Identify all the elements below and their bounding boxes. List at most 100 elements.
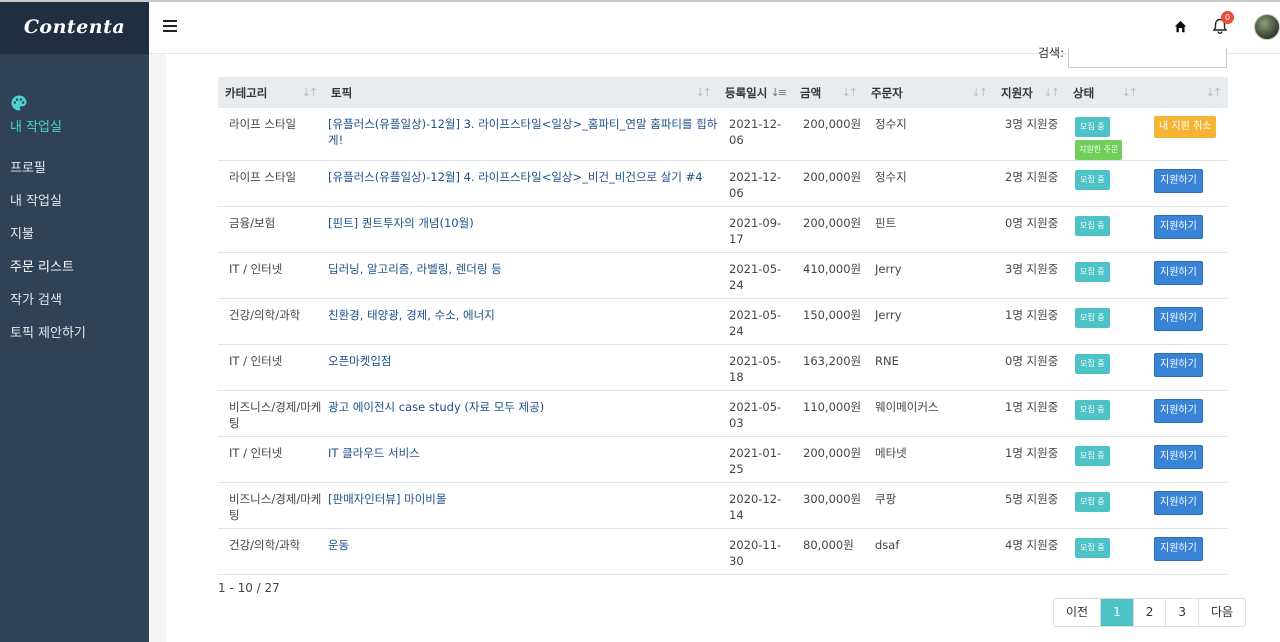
cell-amount: 150,000원: [803, 308, 862, 322]
sidebar-item-topic-suggest[interactable]: 토픽 제안하기: [0, 324, 149, 357]
table-row: IT / 인터넷 딥러닝, 알고리즘, 라벨링, 렌더링 등 2021-05-24 4…: [218, 253, 1228, 299]
topic-link[interactable]: 친환경, 태양광, 경제, 수소, 에너지: [324, 299, 718, 345]
sidebar-section: 내 작업실: [0, 54, 149, 135]
sort-icon: ↓↑: [1043, 86, 1061, 99]
cell-date: 2021-12-06: [729, 117, 782, 147]
cell-amount: 300,000원: [803, 492, 862, 506]
result-range: 1 - 10 / 27: [218, 581, 280, 595]
cell-status: 모집 중: [1066, 437, 1144, 483]
sort-icon: ↓↑: [1205, 86, 1223, 99]
col-status[interactable]: 상태 ↓↑: [1066, 77, 1144, 108]
pager-page-1[interactable]: 1: [1101, 599, 1134, 626]
status-badge: 모집 중: [1075, 117, 1110, 137]
sort-icon: ↓↑: [695, 86, 713, 99]
col-applicants[interactable]: 지원자 ↓↑: [994, 77, 1066, 108]
sort-icon: ↓↑: [971, 86, 989, 99]
cell-orderer: 쿠팡: [875, 492, 897, 506]
apply-button[interactable]: 지원하기: [1154, 445, 1203, 469]
search-input[interactable]: [1068, 48, 1227, 68]
cell-action: 지원하기: [1144, 483, 1228, 529]
cell-action: 내 지원 취소: [1144, 108, 1228, 161]
topic-link[interactable]: 운동: [324, 529, 718, 575]
cell-action: 지원하기: [1144, 161, 1228, 207]
cell-category: 금융/보험: [229, 216, 276, 230]
brand-text: Contenta: [23, 16, 126, 38]
status-badge: 모집 중: [1075, 216, 1110, 236]
topic-link[interactable]: IT 클라우드 서비스: [324, 437, 718, 483]
cancel-application-button[interactable]: 내 지원 취소: [1154, 116, 1217, 138]
topic-link[interactable]: 광고 에이전시 case study (자료 모두 제공): [324, 391, 718, 437]
cell-applicants: 5명 지원중: [1005, 492, 1059, 506]
cell-status: 모집 중: [1066, 299, 1144, 345]
pager-next[interactable]: 다음: [1199, 599, 1245, 626]
status-badge: 모집 중: [1075, 308, 1110, 328]
topic-link[interactable]: [판매자인터뷰] 마이비몰: [324, 483, 718, 529]
col-date[interactable]: 등록일시 ↓≡: [718, 77, 793, 108]
cell-applicants: 0명 지원중: [1005, 354, 1059, 368]
status-badge: 모집 중: [1075, 354, 1110, 374]
apply-button[interactable]: 지원하기: [1154, 537, 1203, 561]
apply-button[interactable]: 지원하기: [1154, 169, 1203, 193]
cell-orderer: 정수지: [875, 170, 907, 184]
cell-orderer: RNE: [875, 354, 899, 368]
col-action[interactable]: ↓↑: [1144, 77, 1228, 108]
cell-status: 모집 중: [1066, 483, 1144, 529]
cell-orderer: dsaf: [875, 538, 900, 552]
col-orderer[interactable]: 주문자 ↓↑: [864, 77, 994, 108]
status-badge: 모집 중: [1075, 400, 1110, 420]
apply-button[interactable]: 지원하기: [1154, 491, 1203, 515]
notification-badge: 0: [1221, 11, 1234, 24]
cell-status: 모집 중: [1066, 529, 1144, 575]
table-row: 비즈니스/경제/마케팅 [판매자인터뷰] 마이비몰 2020-12-14 300,00…: [218, 483, 1228, 529]
cell-applicants: 2명 지원중: [1005, 170, 1059, 184]
cell-action: 지원하기: [1144, 529, 1228, 575]
apply-button[interactable]: 지원하기: [1154, 307, 1203, 331]
sidebar-item-payment[interactable]: 지불: [0, 225, 149, 258]
topic-link[interactable]: [유플러스(유플일상)-12월] 4. 라이프스타일<일상>_비건_비건으로 살…: [324, 161, 718, 207]
cell-amount: 410,000원: [803, 262, 862, 276]
cell-date: 2021-05-18: [729, 354, 782, 384]
col-amount[interactable]: 금액 ↓↑: [793, 77, 864, 108]
sidebar-section-title[interactable]: 내 작업실: [10, 116, 149, 135]
topic-link[interactable]: [유플러스(유플일상)-12월] 3. 라이프스타일<일상>_홈파티_연말 홈파…: [324, 108, 718, 161]
apply-button[interactable]: 지원하기: [1154, 353, 1203, 377]
cell-action: 지원하기: [1144, 207, 1228, 253]
topic-link[interactable]: 오픈마켓입점: [324, 345, 718, 391]
sort-icon: ↓↑: [841, 86, 859, 99]
col-category[interactable]: 카테고리 ↓↑: [218, 77, 324, 108]
cell-orderer: Jerry: [875, 262, 902, 276]
topic-link[interactable]: [핀트] 퀀트투자의 개념(10월): [324, 207, 718, 253]
topic-link[interactable]: 딥러닝, 알고리즘, 라벨링, 렌더링 등: [324, 253, 718, 299]
pager-page-2[interactable]: 2: [1134, 599, 1167, 626]
cell-category: IT / 인터넷: [229, 446, 283, 460]
pager-prev[interactable]: 이전: [1054, 599, 1102, 626]
cell-date: 2021-09-17: [729, 216, 782, 246]
sidebar-item-workspace[interactable]: 내 작업실: [0, 192, 149, 225]
pager-page-3[interactable]: 3: [1166, 599, 1200, 626]
user-avatar[interactable]: [1254, 14, 1280, 40]
hamburger-menu-icon[interactable]: [163, 20, 177, 32]
cell-amount: 200,000원: [803, 117, 862, 131]
table-row: IT / 인터넷 IT 클라우드 서비스 2021-01-25 200,000원 메타넷…: [218, 437, 1228, 483]
home-icon[interactable]: [1174, 20, 1187, 33]
cell-category: 비즈니스/경제/마케팅: [229, 492, 322, 522]
apply-button[interactable]: 지원하기: [1154, 215, 1203, 239]
apply-button[interactable]: 지원하기: [1154, 261, 1203, 285]
sidebar-item-order-list[interactable]: 주문 리스트: [0, 258, 149, 291]
cell-orderer: 웨이메이커스: [875, 400, 939, 414]
cell-action: 지원하기: [1144, 391, 1228, 437]
sort-desc-icon: ↓≡: [770, 86, 788, 99]
brand-logo[interactable]: Contenta: [0, 0, 149, 54]
cell-amount: 110,000원: [803, 400, 862, 414]
status-badge: 모집 중: [1075, 446, 1110, 466]
col-topic[interactable]: 토픽 ↓↑: [324, 77, 718, 108]
table-row: 라이프 스타일 [유플러스(유플일상)-12월] 4. 라이프스타일<일상>_비건…: [218, 161, 1228, 207]
cell-applicants: 3명 지원중: [1005, 262, 1059, 276]
sidebar-item-profile[interactable]: 프로필: [0, 159, 149, 192]
sort-icon: ↓↑: [1121, 86, 1139, 99]
apply-button[interactable]: 지원하기: [1154, 399, 1203, 423]
status-badge: 모집 중: [1075, 170, 1110, 190]
sidebar-item-writer-search[interactable]: 작가 검색: [0, 291, 149, 324]
cell-category: 라이프 스타일: [229, 117, 297, 131]
cell-status: 모집 중 지원한 주문: [1066, 108, 1144, 161]
